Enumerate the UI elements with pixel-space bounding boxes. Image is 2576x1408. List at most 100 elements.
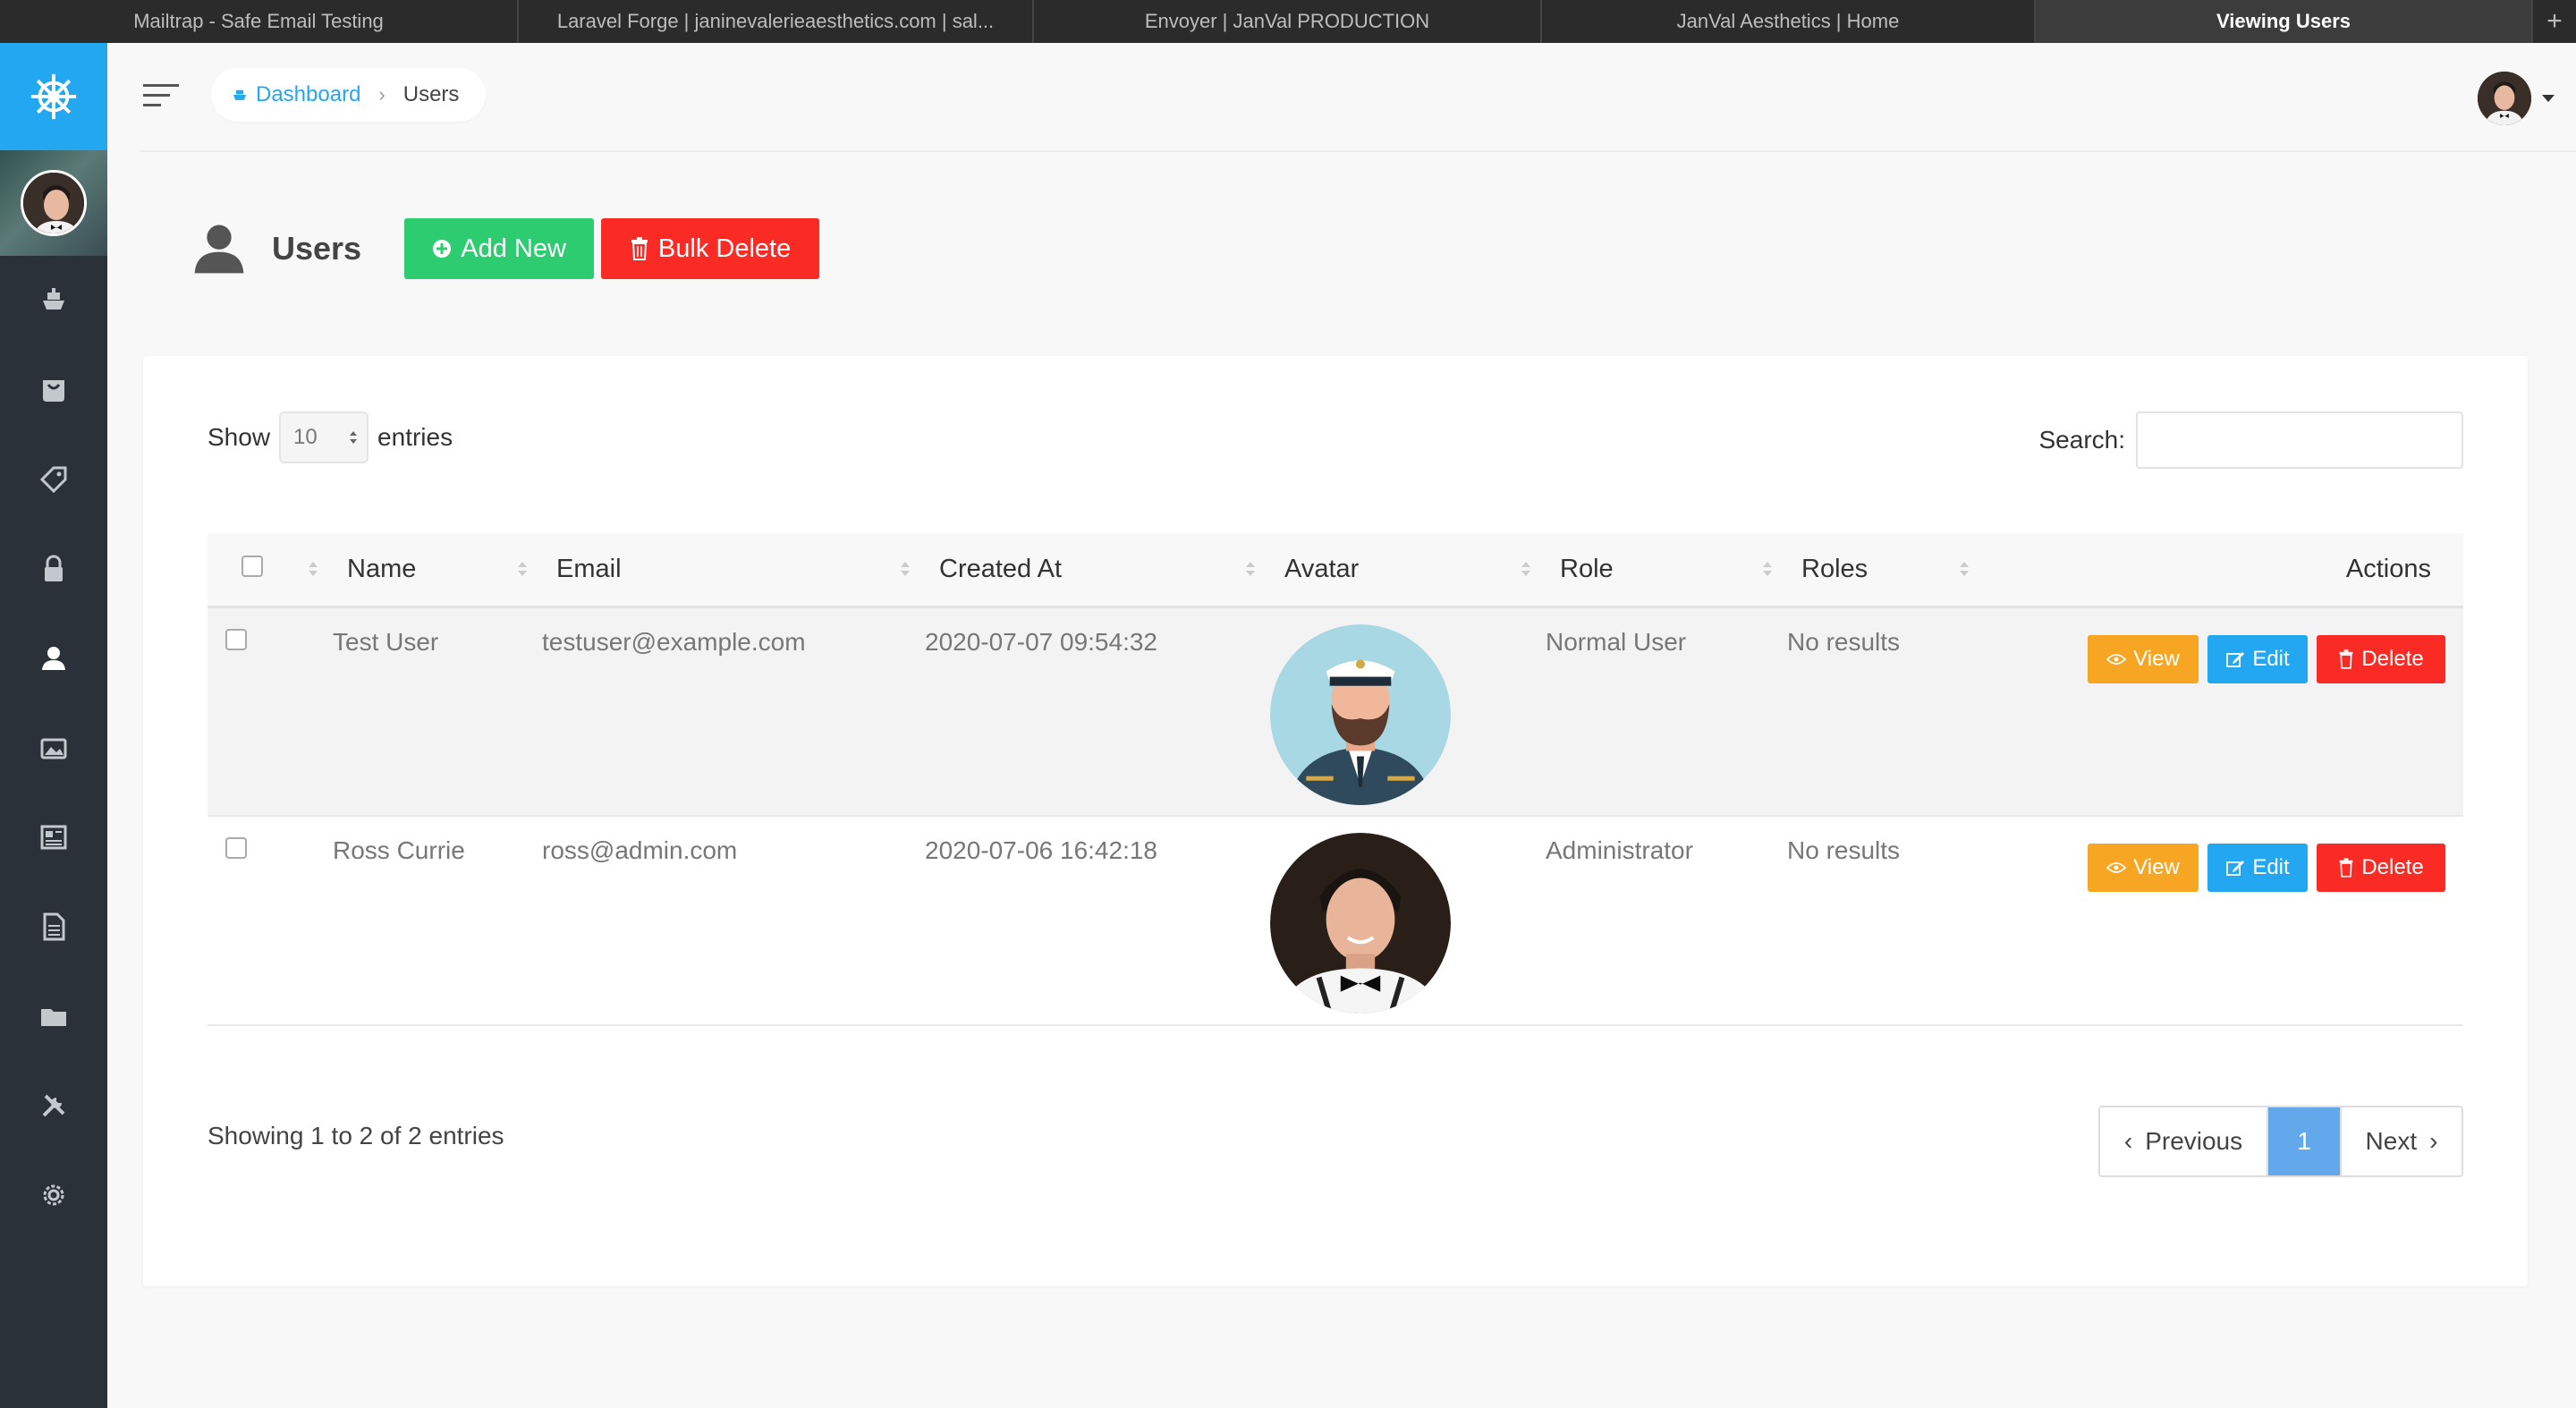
gear-icon (43, 1184, 64, 1206)
sort-icon[interactable] (308, 560, 318, 578)
column-header-actions: Actions (1984, 533, 2463, 606)
bulk-delete-button[interactable]: Bulk Delete (601, 218, 820, 279)
column-header-name[interactable]: Name (333, 533, 542, 606)
ship-icon (43, 288, 64, 310)
column-header-roles[interactable]: Roles (1787, 533, 1984, 606)
search-input[interactable] (2136, 411, 2463, 469)
row-checkbox[interactable] (225, 837, 247, 859)
column-header-role[interactable]: Role (1546, 533, 1787, 606)
column-header-created-at[interactable]: Created At (925, 533, 1270, 606)
select-all-header (208, 533, 333, 606)
sort-icon (1521, 562, 1530, 577)
sidebar-item-roles[interactable] (0, 524, 107, 614)
tab-title: Envoyer | JanVal PRODUCTION (1144, 10, 1430, 32)
ship-icon (233, 89, 247, 100)
tab-title: JanVal Aesthetics | Home (1676, 10, 1900, 32)
browser-tab-forge[interactable]: Laravel Forge | janinevalerieaesthetics.… (519, 0, 1034, 43)
edit-button[interactable]: Edit (2207, 844, 2308, 892)
tag-icon (39, 466, 67, 494)
sort-icon (1246, 562, 1255, 577)
sort-icon (1960, 562, 1969, 577)
row-actions: View Edit Delete (1984, 628, 2463, 683)
sidebar-item-tools[interactable] (0, 1061, 107, 1150)
avatar (1270, 833, 1451, 1014)
row-checkbox[interactable] (225, 628, 247, 650)
chevron-right-icon: › (2429, 1127, 2438, 1155)
sidebar-item-pages[interactable] (0, 882, 107, 971)
edit-label: Edit (2252, 855, 2290, 879)
edit-button[interactable]: Edit (2207, 634, 2308, 683)
document-icon (43, 912, 65, 941)
column-label: Actions (2345, 554, 2431, 583)
next-page-button[interactable]: Next › (2340, 1107, 2462, 1175)
sidebar-item-settings[interactable] (0, 1150, 107, 1240)
previous-label: Previous (2145, 1127, 2243, 1155)
chevron-right-icon: › (378, 83, 386, 106)
avatar (1270, 623, 1451, 805)
brand-logo[interactable] (0, 43, 107, 150)
search-control: Search: (2039, 411, 2463, 469)
tab-title: Viewing Users (2216, 10, 2351, 32)
new-tab-button[interactable]: + (2533, 0, 2576, 43)
browser-tab-mailtrap[interactable]: Mailtrap - Safe Email Testing (0, 0, 519, 43)
breadcrumb-dashboard-link[interactable]: Dashboard (231, 82, 360, 107)
plus-circle-icon (433, 240, 452, 258)
browser-tab-janval-home[interactable]: JanVal Aesthetics | Home (1542, 0, 2036, 43)
browser-tab-envoyer[interactable]: Envoyer | JanVal PRODUCTION (1034, 0, 1542, 43)
tab-title: Laravel Forge | janinevalerieaesthetics.… (556, 10, 995, 32)
lock-icon (45, 555, 63, 581)
sidebar-item-users[interactable] (0, 614, 107, 703)
column-label: Roles (1801, 554, 1868, 583)
select-all-checkbox[interactable] (242, 555, 263, 577)
view-label: View (2133, 646, 2180, 671)
table-header-row: Name Email Created At Avatar Role Roles … (208, 533, 2463, 606)
person-icon (42, 647, 65, 670)
trash-icon (631, 237, 648, 260)
breadcrumb: Dashboard › Users (211, 68, 487, 122)
previous-page-button[interactable]: ‹ Previous (2100, 1107, 2268, 1175)
browser-tab-viewing-users[interactable]: Viewing Users (2036, 0, 2533, 43)
view-button[interactable]: View (2088, 844, 2199, 892)
cell-roles: No results (1787, 836, 1901, 864)
sidebar-user-avatar[interactable] (0, 150, 107, 256)
sidebar-item-categories[interactable] (0, 971, 107, 1061)
column-header-avatar[interactable]: Avatar (1270, 533, 1546, 606)
sidebar-item-media[interactable] (0, 345, 107, 435)
add-new-button[interactable]: Add New (404, 218, 595, 279)
view-button[interactable]: View (2088, 634, 2199, 683)
sidebar-item-dashboard[interactable] (0, 256, 107, 345)
cell-roles: No results (1787, 627, 1901, 656)
sidebar-item-gallery[interactable] (0, 703, 107, 793)
avatar (2478, 72, 2531, 125)
next-label: Next (2365, 1127, 2418, 1155)
sidebar-item-tags[interactable] (0, 435, 107, 524)
sidebar-item-posts[interactable] (0, 793, 107, 882)
column-header-email[interactable]: Email (542, 533, 925, 606)
plus-icon: + (2546, 6, 2563, 36)
edit-icon (2226, 651, 2245, 667)
cell-role: Normal User (1546, 627, 1687, 656)
page-length-select[interactable]: 10 (279, 411, 369, 463)
cell-avatar (1270, 606, 1546, 816)
hamburger-menu-icon[interactable] (143, 82, 179, 109)
delete-button[interactable]: Delete (2317, 844, 2445, 892)
users-panel: Show 10 entries Search: Name Email Creat… (143, 356, 2528, 1286)
user-menu[interactable] (2478, 72, 2555, 125)
cell-actions: View Edit Delete (1984, 816, 2463, 1025)
user-photo-icon (2478, 72, 2531, 125)
cell-name: Ross Currie (333, 836, 465, 864)
sort-icon (518, 562, 527, 577)
edit-label: Edit (2252, 646, 2290, 671)
trash-icon (2339, 649, 2353, 669)
edit-icon (2226, 861, 2245, 876)
cell-created-at: 2020-07-07 09:54:32 (925, 627, 1157, 656)
column-label: Name (347, 554, 417, 583)
entries-label: entries (377, 423, 453, 451)
delete-button[interactable]: Delete (2317, 634, 2445, 683)
column-label: Email (556, 554, 622, 583)
cell-name: Test User (333, 627, 439, 656)
ship-wheel-icon (30, 73, 77, 120)
page-button-current[interactable]: 1 (2268, 1107, 2340, 1175)
page-length-value: 10 (293, 425, 318, 449)
delete-label: Delete (2361, 646, 2424, 671)
